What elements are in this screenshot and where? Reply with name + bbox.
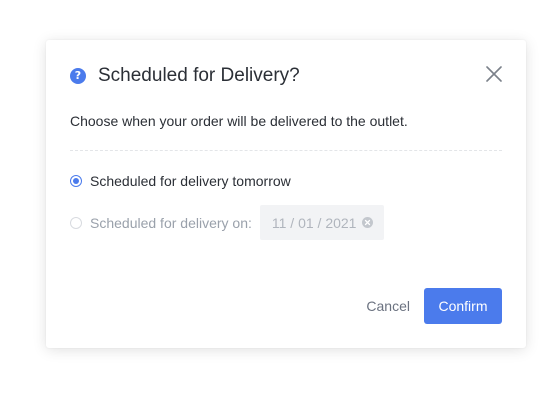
cancel-button[interactable]: Cancel: [366, 288, 410, 324]
radio-selected-dot: [73, 178, 79, 184]
clear-circle-icon[interactable]: [362, 217, 374, 228]
page-background: ? Scheduled for Delivery? Choose when yo…: [0, 0, 557, 409]
dialog-header: ? Scheduled for Delivery?: [70, 64, 300, 88]
dashed-divider: [70, 150, 502, 151]
close-button[interactable]: [486, 66, 502, 82]
date-input[interactable]: 11 / 01 / 2021: [259, 205, 384, 240]
confirm-button[interactable]: Confirm: [424, 288, 502, 324]
radio-specific-date[interactable]: [70, 216, 82, 229]
dialog-footer: Cancel Confirm: [366, 288, 502, 324]
dialog-title: Scheduled for Delivery?: [98, 65, 300, 86]
option-tomorrow-label[interactable]: Scheduled for delivery tomorrow: [90, 172, 291, 190]
date-value: 11 / 01 / 2021: [271, 214, 357, 231]
option-specific-date-label[interactable]: Scheduled for delivery on:: [90, 214, 252, 232]
option-tomorrow[interactable]: Scheduled for delivery tomorrow: [70, 172, 291, 190]
option-specific-date[interactable]: Scheduled for delivery on: 11 / 01 / 202…: [70, 205, 384, 240]
close-icon: [486, 66, 502, 82]
dialog-description: Choose when your order will be delivered…: [70, 113, 408, 129]
radio-tomorrow[interactable]: [70, 175, 82, 187]
delivery-dialog: ? Scheduled for Delivery? Choose when yo…: [46, 40, 526, 348]
question-circle-icon: ?: [70, 68, 86, 84]
